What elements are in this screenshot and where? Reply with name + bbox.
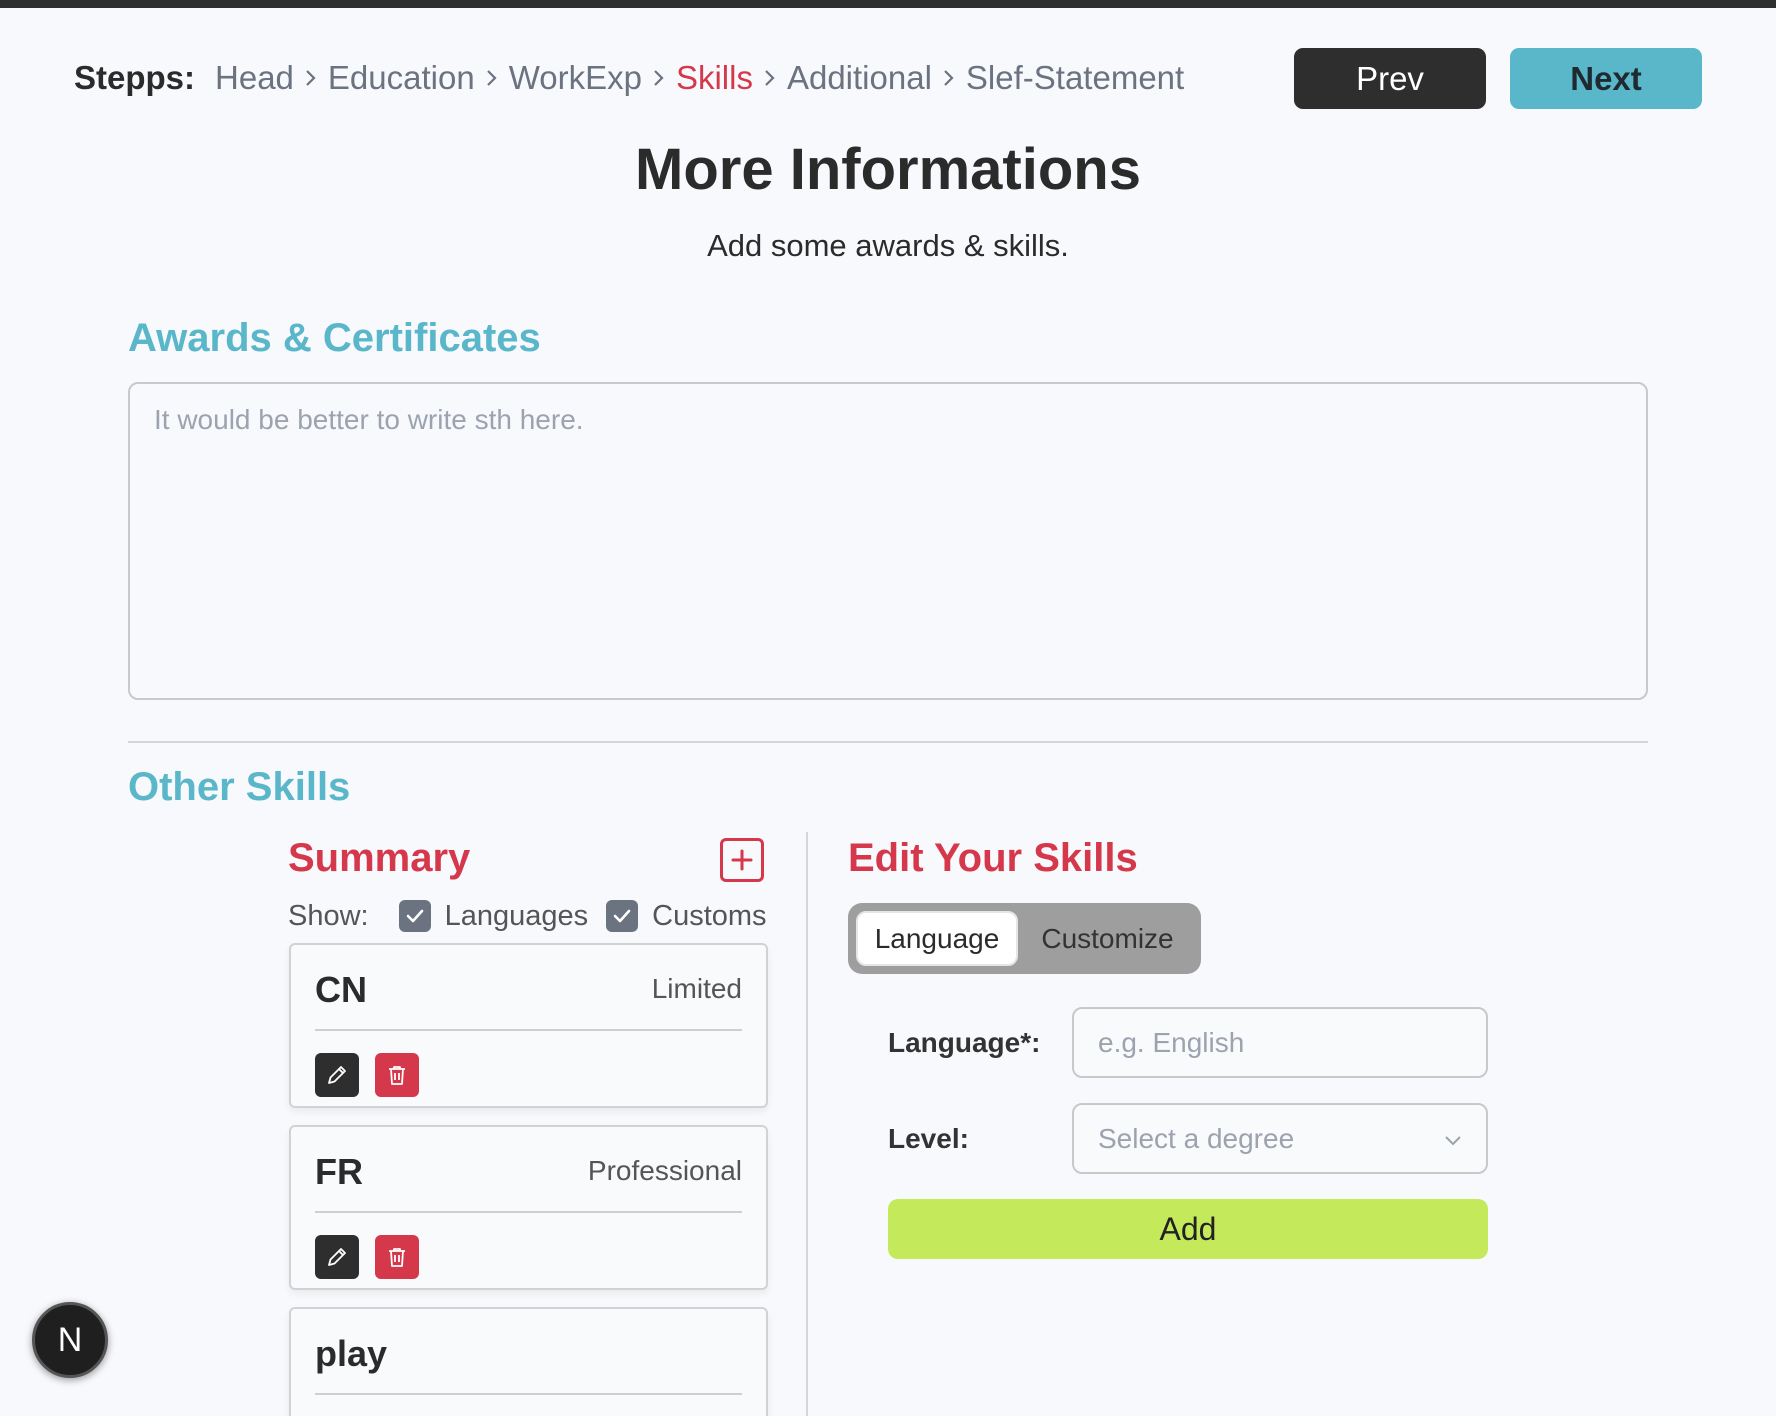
tab-customize[interactable]: Customize bbox=[1020, 911, 1195, 966]
page-subtitle: Add some awards & skills. bbox=[707, 228, 1069, 263]
add-button[interactable]: Add bbox=[888, 1199, 1488, 1259]
delete-skill-button[interactable] bbox=[375, 1235, 419, 1279]
step-head[interactable]: Head bbox=[215, 59, 294, 97]
level-label: Level: bbox=[888, 1123, 969, 1154]
skill-card: CN Limited bbox=[289, 943, 768, 1108]
skill-card: play bbox=[289, 1307, 768, 1416]
other-skills-title: Other Skills bbox=[128, 765, 351, 809]
awards-textarea[interactable] bbox=[128, 382, 1648, 700]
summary-title: Summary bbox=[288, 836, 471, 880]
delete-skill-button[interactable] bbox=[375, 1053, 419, 1097]
steps-breadcrumb: Stepps: Head Education WorkExp Skills Ad… bbox=[74, 58, 1184, 98]
chevron-right-icon bbox=[294, 61, 328, 95]
trash-icon bbox=[389, 1248, 405, 1267]
chevron-right-icon bbox=[932, 61, 966, 95]
skill-name: CN bbox=[315, 969, 367, 1010]
show-label: Show: bbox=[288, 899, 369, 932]
awards-section-title: Awards & Certificates bbox=[128, 316, 541, 360]
step-skills[interactable]: Skills bbox=[676, 59, 753, 97]
chevron-right-icon bbox=[642, 61, 676, 95]
languages-checkbox[interactable] bbox=[398, 900, 431, 932]
card-divider bbox=[315, 1211, 742, 1213]
step-education[interactable]: Education bbox=[328, 59, 475, 97]
languages-filter-label: Languages bbox=[444, 899, 589, 932]
skill-level: Limited bbox=[651, 973, 742, 1004]
show-filter-row: Show: Languages Customs bbox=[288, 896, 767, 936]
language-label: Language*: bbox=[888, 1027, 1041, 1058]
column-divider bbox=[806, 832, 808, 1416]
tab-language[interactable]: Language bbox=[856, 911, 1018, 966]
step-self-statement[interactable]: Slef-Statement bbox=[966, 59, 1184, 97]
check-icon bbox=[406, 909, 423, 923]
window-top-bar bbox=[0, 0, 1776, 8]
page-title: More Informations bbox=[635, 137, 1141, 202]
skill-type-toggle: Language Customize bbox=[848, 903, 1201, 974]
skill-name: FR bbox=[315, 1151, 363, 1192]
badge-letter: N bbox=[57, 1320, 83, 1359]
language-input[interactable] bbox=[1072, 1007, 1488, 1078]
section-divider bbox=[128, 741, 1648, 743]
pencil-icon bbox=[328, 1066, 346, 1084]
next-button[interactable]: Next bbox=[1510, 48, 1702, 109]
chevron-down-icon bbox=[1445, 1136, 1461, 1146]
skill-card: FR Professional bbox=[289, 1125, 768, 1290]
level-select[interactable]: Select a degree bbox=[1072, 1103, 1488, 1174]
add-skill-icon[interactable] bbox=[720, 838, 764, 882]
customs-checkbox[interactable] bbox=[606, 900, 639, 932]
edit-skill-button[interactable] bbox=[315, 1053, 359, 1097]
card-divider bbox=[315, 1393, 742, 1395]
skill-name: play bbox=[315, 1333, 388, 1374]
card-divider bbox=[315, 1029, 742, 1031]
customs-filter-label: Customs bbox=[652, 899, 767, 932]
trash-icon bbox=[389, 1066, 405, 1085]
chevron-right-icon bbox=[475, 61, 509, 95]
edit-skills-title: Edit Your Skills bbox=[848, 836, 1138, 880]
edit-skill-button[interactable] bbox=[315, 1235, 359, 1279]
framework-badge[interactable]: N bbox=[32, 1302, 108, 1378]
prev-button[interactable]: Prev bbox=[1294, 48, 1486, 109]
step-additional[interactable]: Additional bbox=[787, 59, 932, 97]
skill-level: Professional bbox=[587, 1155, 742, 1186]
chevron-right-icon bbox=[753, 61, 787, 95]
level-select-placeholder: Select a degree bbox=[1098, 1122, 1295, 1154]
check-icon bbox=[613, 909, 631, 923]
steps-label: Stepps: bbox=[74, 59, 196, 96]
step-workexp[interactable]: WorkExp bbox=[509, 59, 642, 97]
pencil-icon bbox=[328, 1248, 346, 1266]
